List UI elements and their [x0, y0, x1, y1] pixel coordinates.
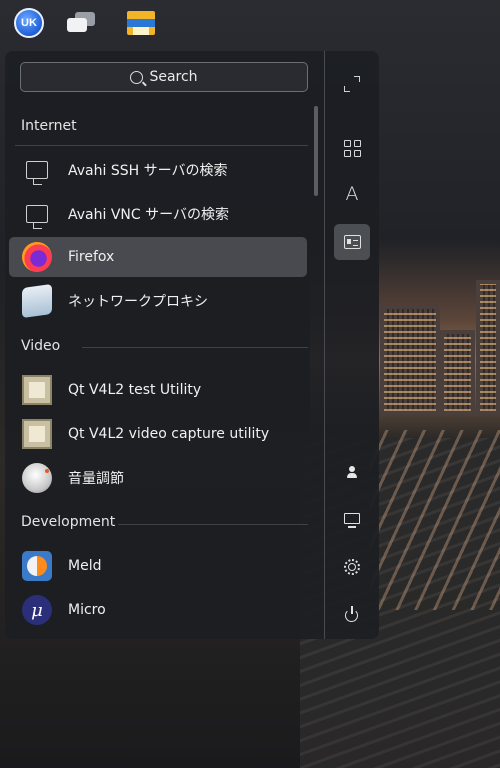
network-icon — [26, 161, 48, 185]
view-grid-button[interactable] — [334, 130, 370, 166]
qt-v4l2-icon — [22, 419, 52, 449]
settings-button[interactable] — [334, 549, 370, 585]
qt-v4l2-icon — [22, 375, 52, 405]
micro-icon: μ — [22, 595, 52, 625]
search-label: Search — [149, 69, 198, 85]
app-item-label: 音量調節 — [68, 471, 124, 487]
app-item-firefox[interactable]: Firefox — [9, 237, 307, 277]
monitor-icon — [343, 511, 361, 529]
view-category-button[interactable] — [334, 224, 370, 260]
section-divider — [15, 145, 308, 146]
app-item-micro[interactable]: μ Micro — [9, 590, 307, 630]
alphabetical-icon: A — [345, 183, 359, 205]
app-item-label: Qt V4L2 video capture utility — [68, 426, 270, 442]
app-item-avahi-vnc[interactable]: Avahi VNC サーバの検索 — [9, 194, 307, 234]
category-icon — [343, 235, 361, 249]
grid-icon — [343, 139, 361, 157]
file-manager-button[interactable] — [125, 7, 157, 39]
wallpaper-building — [380, 305, 440, 415]
proxy-icon — [22, 283, 52, 319]
section-divider — [82, 347, 308, 348]
app-item-label: ネットワークプロキシ — [68, 294, 208, 310]
wallpaper-building — [440, 330, 475, 415]
expand-icon — [343, 75, 361, 93]
app-item-label: Qt V4L2 test Utility — [68, 382, 202, 398]
file-manager-icon — [127, 11, 155, 35]
start-menu-button[interactable]: UK — [13, 7, 45, 39]
user-icon — [343, 464, 361, 482]
app-item-volume-control[interactable]: 音量調節 — [9, 458, 307, 498]
power-icon — [343, 606, 361, 624]
view-alphabetical-button[interactable]: A — [334, 176, 370, 212]
volume-icon — [22, 463, 52, 493]
app-item-network-proxy[interactable]: ネットワークプロキシ — [9, 281, 307, 321]
wallpaper-railing — [370, 430, 500, 610]
app-item-label: Micro — [68, 602, 106, 618]
app-list: Search Internet Avahi SSH サーバの検索 Avahi V… — [5, 51, 324, 639]
section-development: Development — [21, 514, 116, 530]
user-button[interactable] — [334, 455, 370, 491]
app-item-label: Firefox — [68, 249, 115, 265]
settings-icon — [343, 558, 361, 576]
firefox-icon — [22, 242, 52, 272]
app-item-label: Avahi VNC サーバの検索 — [68, 207, 229, 223]
wallpaper-building — [476, 280, 500, 415]
show-desktop-button[interactable] — [66, 7, 98, 39]
power-button[interactable] — [334, 597, 370, 633]
app-item-label: Meld — [68, 558, 102, 574]
section-video: Video — [21, 338, 61, 354]
app-list-scrollbar[interactable] — [314, 106, 318, 196]
app-item-meld[interactable]: Meld — [9, 546, 307, 586]
section-divider — [118, 524, 308, 525]
computer-button[interactable] — [334, 502, 370, 538]
network-icon — [26, 205, 48, 229]
show-desktop-icon — [67, 12, 97, 34]
fullscreen-button[interactable] — [334, 66, 370, 102]
start-menu-logo: UK — [14, 8, 44, 38]
search-input[interactable]: Search — [20, 62, 308, 92]
section-internet: Internet — [21, 118, 77, 134]
app-item-qt-v4l2-test[interactable]: Qt V4L2 test Utility — [9, 370, 307, 410]
taskbar: UK — [0, 0, 500, 46]
meld-icon — [22, 551, 52, 581]
start-menu: Search Internet Avahi SSH サーバの検索 Avahi V… — [5, 51, 379, 639]
app-item-qt-v4l2-capture[interactable]: Qt V4L2 video capture utility — [9, 414, 307, 454]
app-item-avahi-ssh[interactable]: Avahi SSH サーバの検索 — [9, 150, 307, 190]
app-item-label: Avahi SSH サーバの検索 — [68, 163, 228, 179]
menu-sidebar: A — [324, 51, 380, 639]
search-icon — [130, 70, 144, 84]
